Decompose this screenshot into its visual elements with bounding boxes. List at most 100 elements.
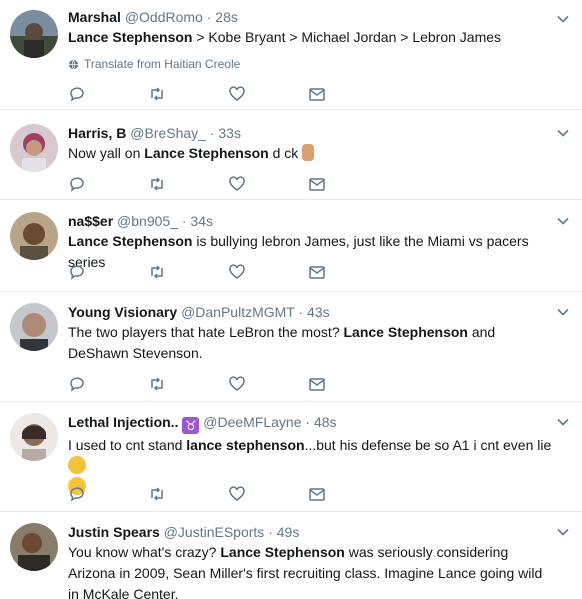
retweet-button[interactable] — [148, 373, 228, 395]
tweet-actions — [68, 256, 388, 288]
middle-finger-emoji — [302, 144, 315, 161]
rolling-eyes-emoji — [68, 456, 86, 474]
highlight: Lance Stephenson — [144, 145, 269, 161]
retweet-icon — [151, 487, 163, 501]
taurus-icon: ♉ — [182, 417, 200, 434]
display-name[interactable]: Marshal — [68, 9, 121, 25]
timestamp[interactable]: · 49s — [268, 524, 299, 540]
tweet-header: Harris, B @BreShay_ · 33s — [68, 124, 552, 142]
avatar[interactable] — [10, 124, 58, 172]
chevron-down-icon[interactable] — [556, 305, 570, 319]
like-button[interactable] — [228, 83, 308, 105]
message-button[interactable] — [308, 261, 388, 283]
timestamp[interactable]: · 33s — [210, 125, 241, 141]
timestamp[interactable]: · 48s — [305, 414, 336, 430]
reply-button[interactable] — [68, 261, 148, 283]
chevron-down-icon[interactable] — [556, 126, 570, 140]
message-button[interactable] — [308, 483, 388, 505]
retweet-icon — [151, 87, 163, 101]
tweet-text: You know what's crazy? Lance Stephenson … — [68, 542, 552, 599]
username[interactable]: @DeeMFLayne — [203, 414, 301, 430]
envelope-icon — [309, 88, 325, 101]
reply-icon — [70, 87, 84, 102]
reply-button[interactable] — [68, 173, 148, 195]
envelope-icon — [309, 266, 325, 279]
chevron-down-icon[interactable] — [556, 525, 570, 539]
highlight: Lance Stephenson — [68, 29, 193, 45]
tweet-actions — [68, 368, 388, 400]
timestamp[interactable]: · 34s — [182, 213, 213, 229]
tweet[interactable]: Young Visionary @DanPultzMGMT · 43s The … — [0, 292, 582, 402]
tweet[interactable]: Justin Spears @JustinESports · 49s You k… — [0, 512, 582, 599]
display-name[interactable]: Justin Spears — [68, 524, 160, 540]
like-button[interactable] — [228, 483, 308, 505]
heart-icon — [229, 486, 245, 501]
username[interactable]: @OddRomo — [125, 9, 203, 25]
heart-icon — [229, 86, 245, 101]
avatar[interactable] — [10, 303, 58, 351]
like-button[interactable] — [228, 173, 308, 195]
username[interactable]: @DanPultzMGMT — [181, 304, 295, 320]
highlight: Lance Stephenson — [68, 233, 193, 249]
display-name[interactable]: Young Visionary — [68, 304, 177, 320]
text-segment: The two players that hate LeBron the mos… — [68, 324, 344, 340]
reply-icon — [70, 265, 84, 280]
text-segment: d ck — [268, 145, 303, 161]
timestamp[interactable]: · 43s — [298, 304, 329, 320]
like-button[interactable] — [228, 261, 308, 283]
timestamp[interactable]: · 28s — [207, 9, 238, 25]
heart-icon — [229, 264, 245, 279]
reply-button[interactable] — [68, 83, 148, 105]
message-button[interactable] — [308, 373, 388, 395]
display-name[interactable]: Harris, B — [68, 125, 126, 141]
display-name[interactable]: na$$er — [68, 213, 113, 229]
text-segment: ...but his defense be so A1 i cnt even l… — [304, 437, 552, 453]
chevron-down-icon[interactable] — [556, 415, 570, 429]
retweet-icon — [151, 377, 163, 391]
chevron-down-icon[interactable] — [556, 214, 570, 228]
globe-icon — [68, 59, 79, 69]
text-segment: You know what's crazy? — [68, 544, 221, 560]
tweet[interactable]: na$$er @bn905_ · 34s Lance Stephenson is… — [0, 200, 582, 292]
avatar[interactable] — [10, 523, 58, 571]
username[interactable]: @JustinESports — [164, 524, 265, 540]
highlight: Lance Stephenson — [343, 324, 468, 340]
translate-link[interactable]: Translate from Haitian Creole — [68, 55, 552, 73]
tweet[interactable]: Lethal Injection.. ♉ @DeeMFLayne · 48s I… — [0, 402, 582, 512]
chevron-down-icon[interactable] — [556, 12, 570, 26]
tweet[interactable]: Marshal @OddRomo · 28s Lance Stephenson … — [0, 0, 582, 110]
retweet-button[interactable] — [148, 483, 228, 505]
tweet-text: Lance Stephenson > Kobe Bryant > Michael… — [68, 27, 552, 48]
tweet-text: The two players that hate LeBron the mos… — [68, 322, 552, 364]
avatar[interactable] — [10, 212, 58, 260]
display-name[interactable]: Lethal Injection.. — [68, 414, 178, 430]
translate-label: Translate from Haitian Creole — [84, 57, 241, 71]
reply-icon — [70, 177, 84, 192]
envelope-icon — [309, 178, 325, 191]
message-button[interactable] — [308, 83, 388, 105]
username[interactable]: @BreShay_ — [130, 125, 206, 141]
retweet-icon — [151, 177, 163, 191]
reply-button[interactable] — [68, 373, 148, 395]
retweet-button[interactable] — [148, 261, 228, 283]
like-button[interactable] — [228, 373, 308, 395]
reply-button[interactable] — [68, 483, 148, 505]
retweet-icon — [151, 265, 163, 279]
tweet[interactable]: Harris, B @BreShay_ · 33s Now yall on La… — [0, 110, 582, 200]
message-button[interactable] — [308, 173, 388, 195]
avatar[interactable] — [10, 10, 58, 58]
tweet-header: Justin Spears @JustinESports · 49s — [68, 523, 552, 541]
tweet-header: na$$er @bn905_ · 34s — [68, 212, 552, 230]
avatar[interactable] — [10, 413, 58, 461]
retweet-button[interactable] — [148, 83, 228, 105]
tweet-header: Marshal @OddRomo · 28s — [68, 8, 552, 26]
highlight: Lance Stephenson — [220, 544, 345, 560]
tweet-actions — [68, 478, 388, 510]
reply-icon — [70, 487, 84, 502]
tweet-actions — [68, 78, 388, 110]
tweet-actions — [68, 168, 388, 200]
retweet-button[interactable] — [148, 173, 228, 195]
envelope-icon — [309, 488, 325, 501]
username[interactable]: @bn905_ — [117, 213, 178, 229]
tweet-header: Lethal Injection.. ♉ @DeeMFLayne · 48s — [68, 413, 552, 434]
